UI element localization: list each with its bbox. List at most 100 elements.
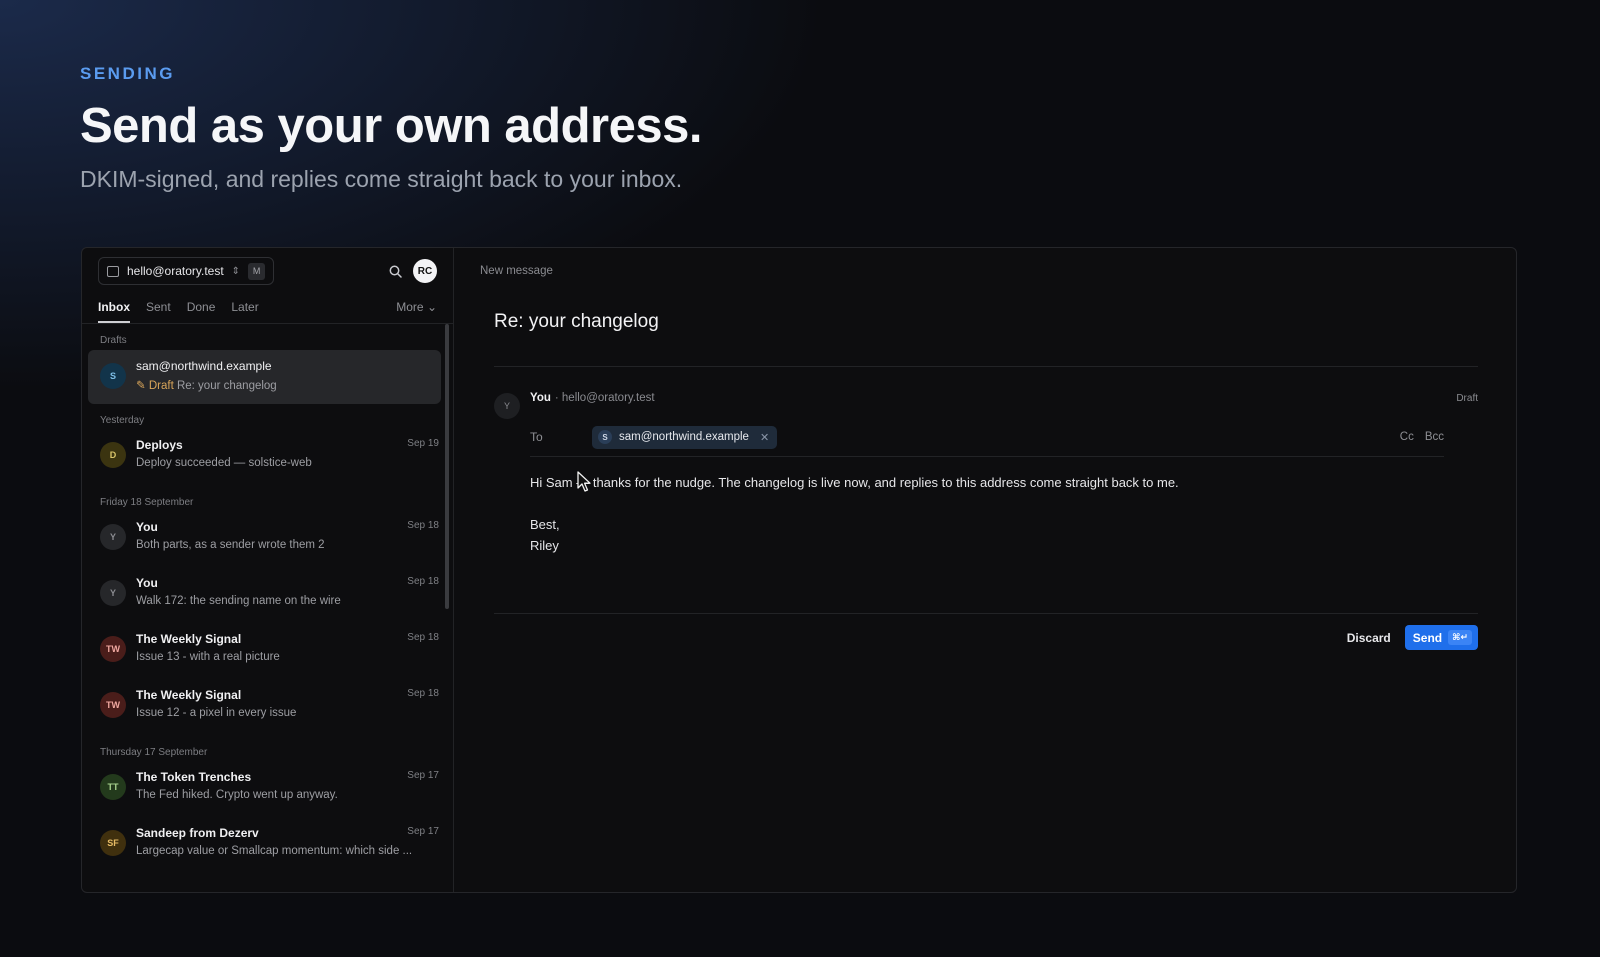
- date: Sep 17: [407, 770, 439, 781]
- snippet-text: Re: your changelog: [176, 380, 277, 392]
- cc-button[interactable]: Cc: [1400, 431, 1414, 443]
- bcc-button[interactable]: Bcc: [1425, 431, 1444, 443]
- sidebar: hello@oratory.test ⇕ M RC Inbox Sent Don…: [82, 248, 454, 892]
- discard-button[interactable]: Discard: [1347, 631, 1391, 645]
- group-label: Friday 18 September: [100, 497, 194, 508]
- avatar: S: [100, 363, 126, 389]
- list-item[interactable]: Y You Sep 18 Both parts, as a sender wrot…: [82, 512, 453, 568]
- more-menu[interactable]: More ⌄: [396, 300, 437, 323]
- group-label: Yesterday: [100, 415, 145, 426]
- status-badge: Draft: [1456, 392, 1478, 404]
- eyebrow: SENDING: [80, 64, 175, 83]
- list-item[interactable]: TW The Weekly Signal Sep 18 Issue 13 - wi…: [82, 624, 453, 680]
- hero: SENDING Send as your own address. DKIM-s…: [80, 64, 702, 193]
- list-item[interactable]: D Deploys Sep 19 Deploy succeeded — solst…: [82, 430, 453, 486]
- close-icon[interactable]: ✕: [760, 431, 769, 444]
- divider: [494, 613, 1478, 614]
- sender: Sandeep from Dezerv: [136, 826, 259, 840]
- recipient-avatar: S: [598, 430, 612, 444]
- sidebar-header: hello@oratory.test ⇕ M RC: [82, 248, 453, 294]
- from-row: Y You · hello@oratory.test Draft: [494, 392, 1478, 419]
- divider: [530, 456, 1444, 457]
- compose-actions: Discard Send ⌘↵: [1347, 625, 1478, 650]
- compose-pane: New message Re: your changelog Y You · h…: [454, 248, 1516, 892]
- chevron-updown-icon: ⇕: [231, 265, 241, 277]
- date: Sep 18: [407, 520, 439, 531]
- mailbox-tabs: Inbox Sent Done Later More ⌄: [82, 294, 453, 324]
- snippet: ✎ Draft Re: your changelog: [136, 378, 427, 392]
- divider: [494, 366, 1478, 367]
- inbox-icon: [107, 265, 119, 277]
- message-list: Drafts S sam@northwind.example ✎ Draft R…: [82, 324, 453, 892]
- avatar: TW: [100, 692, 126, 718]
- sender: The Weekly Signal: [136, 632, 242, 646]
- snippet: Deploy succeeded — solstice-web: [136, 457, 312, 469]
- date: Sep 18: [407, 688, 439, 699]
- app-window: hello@oratory.test ⇕ M RC Inbox Sent Don…: [81, 247, 1517, 893]
- body-line: Riley: [530, 538, 559, 553]
- list-item[interactable]: TW The Weekly Signal Sep 18 Issue 12 - a …: [82, 680, 453, 736]
- snippet: Issue 13 - with a real picture: [136, 651, 280, 663]
- avatar: SF: [100, 830, 126, 856]
- tab-sent[interactable]: Sent: [146, 300, 171, 323]
- account-switcher[interactable]: hello@oratory.test ⇕ M: [98, 257, 275, 285]
- send-label: Send: [1412, 630, 1443, 645]
- snippet: Issue 12 - a pixel in every issue: [136, 707, 297, 719]
- edit-icon: ✎: [136, 380, 149, 392]
- avatar: Y: [100, 524, 126, 550]
- sender: You: [136, 576, 158, 590]
- body-line: Best,: [530, 517, 560, 532]
- list-item[interactable]: S sam@northwind.example ✎ Draft Re: your…: [88, 350, 441, 404]
- sender: sam@northwind.example: [136, 359, 272, 373]
- account-address: hello@oratory.test: [127, 264, 224, 278]
- recipient-chip[interactable]: S sam@northwind.example ✕: [592, 425, 778, 449]
- cc-bcc-controls: Cc Bcc: [1400, 431, 1444, 443]
- avatar: D: [100, 442, 126, 468]
- date: Sep 18: [407, 632, 439, 643]
- snippet: Largecap value or Smallcap momentum: whi…: [136, 845, 413, 857]
- recipient-address: sam@northwind.example: [619, 431, 749, 443]
- group-label: Drafts: [100, 335, 127, 346]
- tab-later[interactable]: Later: [231, 300, 258, 323]
- from-name: You: [530, 392, 551, 404]
- send-shortcut: ⌘↵: [1448, 630, 1472, 645]
- avatar: TT: [100, 774, 126, 800]
- send-button[interactable]: Send ⌘↵: [1404, 625, 1478, 650]
- date: Sep 19: [407, 438, 439, 449]
- list-item[interactable]: TT The Token Trenches Sep 17 The Fed hike…: [82, 762, 453, 818]
- snippet: Walk 172: the sending name on the wire: [136, 595, 341, 607]
- user-avatar[interactable]: RC: [413, 259, 437, 283]
- sender: The Weekly Signal: [136, 688, 242, 702]
- to-label: To: [530, 430, 543, 444]
- draft-label: Draft: [148, 380, 174, 392]
- list-item[interactable]: SF Sandeep from Dezerv Sep 17 Largecap va…: [82, 818, 453, 874]
- more-label: More: [396, 300, 424, 314]
- chevron-down-icon: ⌄: [426, 300, 437, 314]
- date: Sep 17: [407, 826, 439, 837]
- mouse-cursor-icon: [577, 471, 591, 492]
- list-item[interactable]: Y You Sep 18 Walk 172: the sending name o…: [82, 568, 453, 624]
- snippet: Both parts, as a sender wrote them 2: [136, 539, 325, 551]
- search-icon[interactable]: [385, 261, 405, 281]
- body-line: Hi Sam — thanks for the nudge. The chang…: [530, 475, 1179, 490]
- sender: Deploys: [136, 438, 183, 452]
- account-shortcut: M: [248, 262, 266, 280]
- subline: DKIM-signed, and replies come straight b…: [80, 166, 683, 192]
- date: Sep 18: [407, 576, 439, 587]
- tab-inbox[interactable]: Inbox: [98, 300, 130, 323]
- avatar: TW: [100, 636, 126, 662]
- to-row: To S sam@northwind.example ✕ Cc Bcc: [530, 424, 1444, 450]
- avatar: Y: [100, 580, 126, 606]
- message-body[interactable]: Hi Sam — thanks for the nudge. The chang…: [530, 472, 1456, 556]
- sender-avatar: Y: [494, 393, 520, 419]
- subject-field[interactable]: Re: your changelog: [494, 311, 659, 333]
- tab-done[interactable]: Done: [187, 300, 216, 323]
- sender: You: [136, 520, 158, 534]
- from-address: · hello@oratory.test: [554, 392, 655, 404]
- headline: Send as your own address.: [80, 99, 702, 153]
- group-label: Thursday 17 September: [100, 747, 208, 758]
- snippet: The Fed hiked. Crypto went up anyway.: [136, 789, 338, 801]
- compose-window-title: New message: [480, 265, 553, 277]
- list-scrollbar[interactable]: [445, 324, 449, 609]
- sender: The Token Trenches: [136, 770, 252, 784]
